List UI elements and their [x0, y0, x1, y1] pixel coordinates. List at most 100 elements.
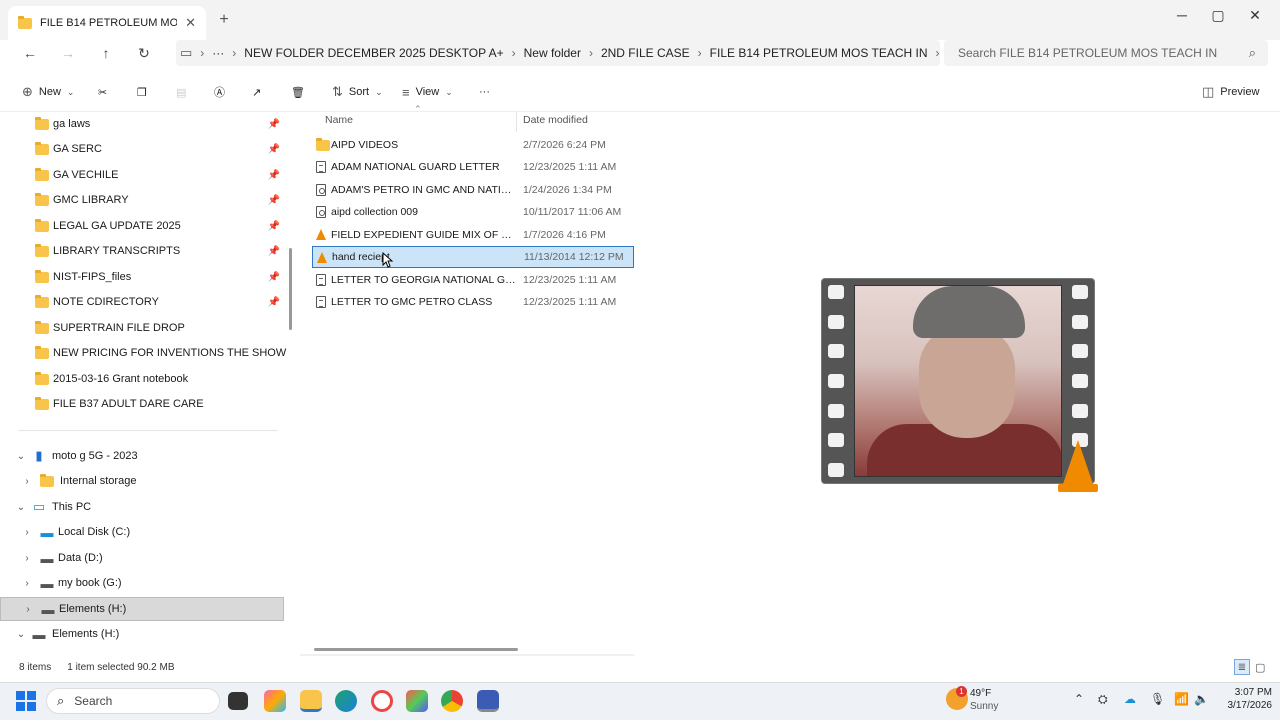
rename-icon[interactable]: Ⓐ: [214, 80, 225, 104]
onedrive-icon[interactable]: ☁: [1124, 692, 1136, 706]
nav-scrollbar[interactable]: [289, 248, 292, 330]
preview-button[interactable]: ◫ Preview: [1202, 80, 1259, 104]
pin-icon[interactable]: 📌: [268, 272, 280, 283]
weather-badge: 1: [956, 686, 967, 697]
copilot-icon[interactable]: [264, 690, 286, 712]
forward-icon[interactable]: →: [58, 44, 78, 62]
refresh-icon[interactable]: ↻: [134, 44, 154, 62]
column-name[interactable]: Name: [325, 114, 353, 126]
save-app-icon[interactable]: [477, 690, 499, 712]
copy-icon[interactable]: ❐: [137, 80, 147, 104]
chevron-down-icon[interactable]: ⌄: [10, 451, 32, 462]
nav-item-file-b37[interactable]: FILE B37 ADULT DARE CARE: [0, 392, 284, 416]
share-icon[interactable]: ↗: [252, 80, 261, 104]
details-view-icon[interactable]: ≣: [1234, 659, 1250, 675]
tab-close-icon[interactable]: ✕: [185, 15, 196, 31]
pin-icon[interactable]: 📌: [268, 221, 280, 232]
microphone-icon[interactable]: 🎙: [1150, 692, 1165, 706]
new-button[interactable]: ⊕ New ⌄: [22, 80, 74, 104]
back-icon[interactable]: ←: [20, 44, 40, 62]
nav-item-local-disk-c[interactable]: › ▬ Local Disk (C:): [0, 520, 284, 544]
file-explorer-icon[interactable]: [300, 690, 322, 712]
chevron-down-icon[interactable]: ⌄: [10, 629, 32, 640]
file-row[interactable]: ADAM NATIONAL GUARD LETTER 12/23/2025 1:1…: [312, 156, 634, 178]
file-row[interactable]: AIPD VIDEOS 2/7/2026 6:24 PM: [312, 134, 634, 156]
file-row[interactable]: LETTER TO GEORGIA NATIONAL GUARD 12/23/20…: [312, 269, 634, 291]
pin-icon[interactable]: 📌: [268, 170, 280, 181]
chevron-down-icon[interactable]: ⌄: [10, 502, 32, 513]
network-app-icon[interactable]: ⛭: [1098, 692, 1108, 707]
chrome-alt-icon[interactable]: [371, 690, 393, 712]
nav-item-my-book-g[interactable]: › ▬ my book (G:): [0, 571, 284, 595]
sort-button[interactable]: ⇅ Sort ⌄: [332, 80, 383, 104]
column-divider[interactable]: [516, 112, 517, 132]
more-options-button[interactable]: ···: [479, 80, 490, 104]
nav-item-phone[interactable]: ⌄ ▮ moto g 5G - 2023: [0, 444, 284, 468]
cut-icon[interactable]: ✂: [98, 80, 107, 104]
nav-item-legal-ga-update[interactable]: LEGAL GA UPDATE 2025 📌: [0, 214, 284, 238]
nav-item-data-d[interactable]: › ▬ Data (D:): [0, 546, 284, 570]
nav-item-elements-h[interactable]: › ▬ Elements (H:): [0, 597, 284, 621]
clock[interactable]: 3:07 PM 3/17/2026: [1216, 686, 1273, 716]
taskbar-search[interactable]: ⌕ Search: [46, 688, 220, 714]
up-icon[interactable]: ↑: [96, 44, 116, 62]
breadcrumb-item[interactable]: New folder: [524, 46, 581, 60]
breadcrumb-item[interactable]: FILE B14 PETROLEUM MOS TEACH IN: [710, 46, 928, 60]
windows-start-icon[interactable]: [16, 691, 36, 711]
nav-item-elements-h-root[interactable]: ⌄ ▬ Elements (H:): [0, 622, 284, 646]
nav-item-ga-laws[interactable]: ga laws 📌: [0, 112, 284, 136]
chevron-right-icon[interactable]: ›: [20, 527, 34, 538]
breadcrumb-item[interactable]: 2ND FILE CASE: [601, 46, 690, 60]
chevron-right-icon[interactable]: ›: [20, 476, 34, 487]
app-icon[interactable]: [406, 690, 428, 712]
pin-icon[interactable]: 📌: [268, 246, 280, 257]
horizontal-scrollbar[interactable]: [314, 648, 518, 651]
nav-item-nist-fips[interactable]: NIST-FIPS_files 📌: [0, 265, 284, 289]
minimize-button[interactable]: ─: [1168, 6, 1196, 24]
file-row-selected[interactable]: hand reciept 11/13/2014 12:12 PM: [312, 246, 634, 268]
nav-item-library-transcripts[interactable]: LIBRARY TRANSCRIPTS 📌: [0, 239, 284, 263]
file-row[interactable]: aipd collection 009 10/11/2017 11:06 AM: [312, 201, 634, 223]
tab-file-b14[interactable]: FILE B14 PETROLEUM MOS TE ✕: [8, 6, 206, 40]
delete-icon[interactable]: 🗑: [291, 80, 305, 104]
chevron-up-icon[interactable]: ⌃: [1074, 692, 1084, 706]
breadcrumb-item[interactable]: NEW FOLDER DECEMBER 2025 DESKTOP A+: [244, 46, 503, 60]
file-row[interactable]: FIELD EXPEDIENT GUIDE MIX OF CHARTE... 1/…: [312, 224, 634, 246]
nav-item-label: GMC LIBRARY: [53, 194, 129, 206]
search-input[interactable]: Search FILE B14 PETROLEUM MOS TEACH IN ⌕: [944, 40, 1268, 66]
chrome-icon[interactable]: [441, 690, 463, 712]
nav-item-internal-storage[interactable]: › Internal storage: [0, 469, 284, 493]
weather-widget[interactable]: 1 49°F Sunny: [946, 686, 1026, 716]
paste-icon[interactable]: ▤: [176, 80, 186, 104]
chevron-right-icon[interactable]: ›: [21, 604, 35, 615]
nav-item-supertrain[interactable]: SUPERTRAIN FILE DROP: [0, 316, 284, 340]
nav-item-this-pc[interactable]: ⌄ ▭ This PC: [0, 495, 284, 519]
breadcrumb-overflow[interactable]: ···: [212, 46, 224, 60]
nav-item-grant-notebook[interactable]: 2015-03-16 Grant notebook: [0, 367, 284, 391]
pin-icon[interactable]: 📌: [268, 297, 280, 308]
breadcrumb[interactable]: ▭ › ··· › NEW FOLDER DECEMBER 2025 DESKT…: [176, 40, 940, 66]
chevron-right-icon[interactable]: ›: [20, 553, 34, 564]
nav-item-ga-vechile[interactable]: GA VECHILE 📌: [0, 163, 284, 187]
pin-icon[interactable]: 📌: [268, 195, 280, 206]
volume-icon[interactable]: 🔈: [1194, 692, 1209, 706]
pin-icon[interactable]: 📌: [268, 144, 280, 155]
file-row[interactable]: ADAM'S PETRO IN GMC AND NATIONA... 1/24/2…: [312, 179, 634, 201]
task-view-icon[interactable]: [228, 692, 248, 710]
wifi-icon[interactable]: 📶: [1174, 692, 1189, 706]
nav-item-gmc-library[interactable]: GMC LIBRARY 📌: [0, 188, 284, 212]
view-button[interactable]: ≡ View ⌄: [402, 80, 453, 104]
edge-icon[interactable]: [335, 690, 357, 712]
nav-item-note-cdirectory[interactable]: NOTE CDIRECTORY 📌: [0, 290, 284, 314]
nav-item-ga-serc[interactable]: GA SERC 📌: [0, 137, 284, 161]
maximize-button[interactable]: ▢: [1204, 6, 1232, 24]
plus-icon: ⊕: [22, 84, 33, 99]
chevron-right-icon[interactable]: ›: [20, 578, 34, 589]
new-tab-icon[interactable]: +: [216, 11, 232, 28]
pin-icon[interactable]: 📌: [268, 119, 280, 130]
close-button[interactable]: ✕: [1241, 6, 1269, 24]
file-row[interactable]: LETTER TO GMC PETRO CLASS 12/23/2025 1:11…: [312, 291, 634, 313]
nav-item-new-pricing[interactable]: NEW PRICING FOR INVENTIONS THE SHOW: [0, 341, 286, 365]
tiles-view-icon[interactable]: ▢: [1255, 661, 1265, 674]
column-date-modified[interactable]: Date modified: [523, 114, 588, 126]
